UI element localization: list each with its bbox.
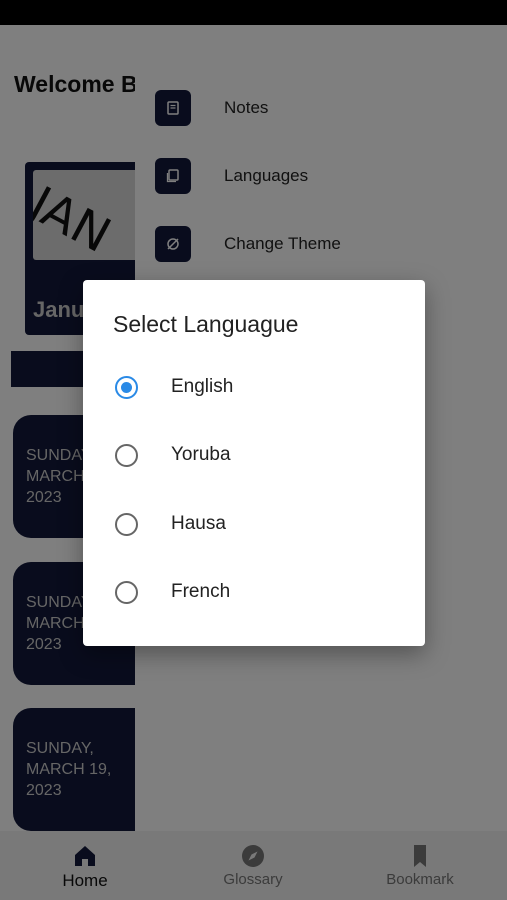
radio-button[interactable] [115, 580, 138, 604]
radio-button[interactable] [115, 512, 138, 536]
language-option-yoruba[interactable]: Yoruba [113, 435, 403, 475]
language-option-french[interactable]: French [113, 572, 403, 612]
radio-button[interactable] [115, 443, 138, 467]
language-option-label: French [171, 581, 231, 602]
language-option-hausa[interactable]: Hausa [113, 504, 403, 544]
dialog-title: Select Languague [113, 311, 299, 337]
language-dialog: Select Languague English Yoruba Hausa Fr… [83, 280, 425, 646]
language-option-label: Yoruba [171, 444, 231, 465]
language-option-english[interactable]: English [113, 367, 403, 407]
radio-button-checked[interactable] [115, 375, 138, 399]
language-option-label: Hausa [171, 513, 226, 534]
status-bar [0, 0, 507, 25]
language-option-label: English [171, 376, 234, 397]
